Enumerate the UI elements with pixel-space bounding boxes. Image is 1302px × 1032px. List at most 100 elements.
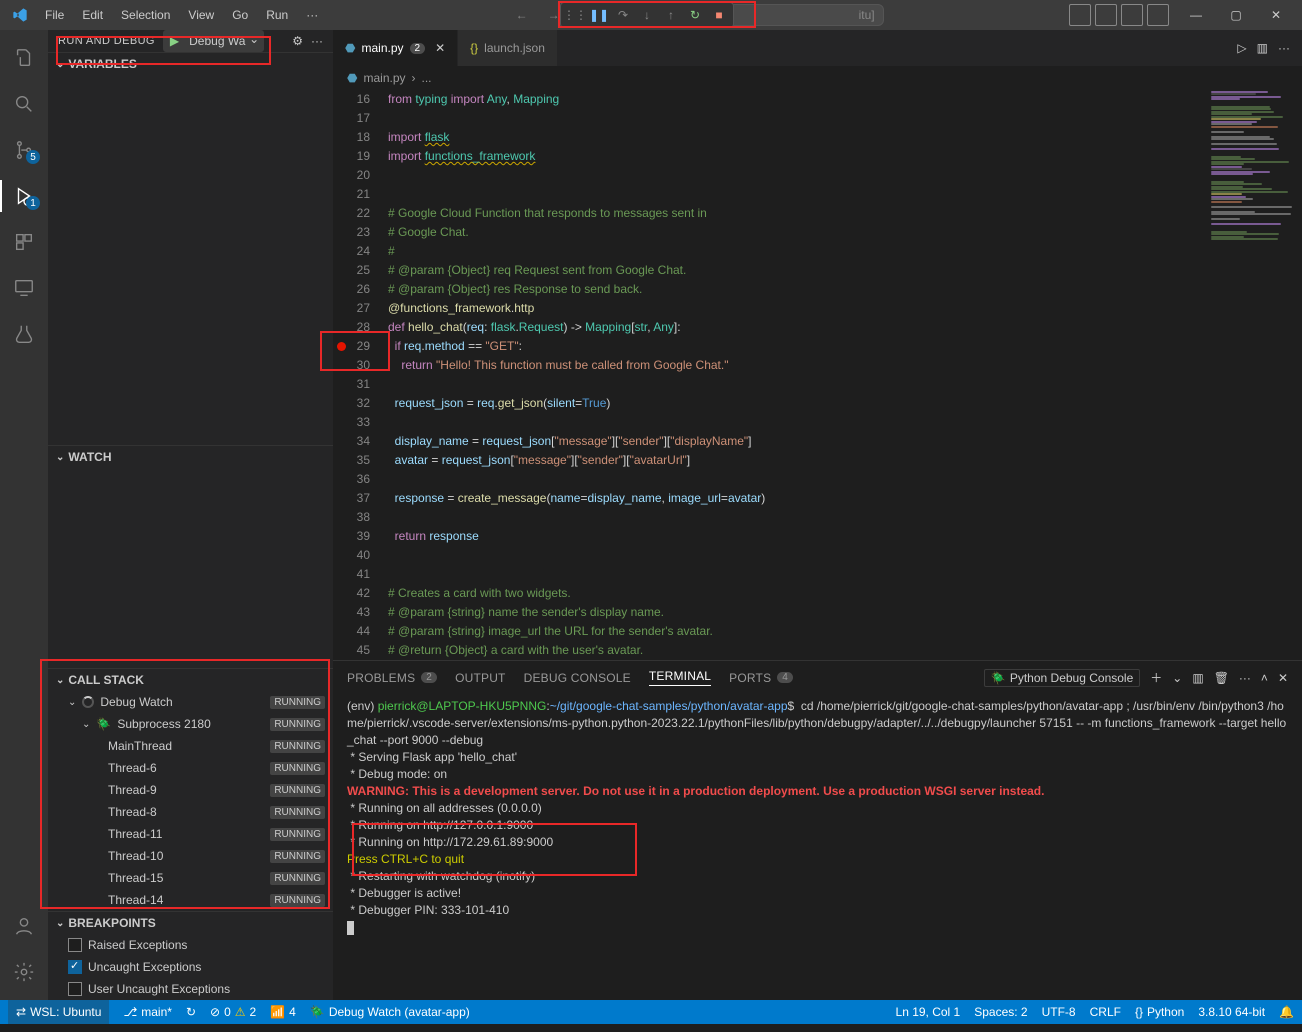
editor-more-icon[interactable]: ··· [1278,41,1290,55]
code-editor[interactable]: 1617181920212223242526272829303132333435… [333,90,1302,660]
sb-debug-name[interactable]: 🪲Debug Watch (avatar-app) [310,1005,470,1019]
debug-config-name[interactable]: Debug Wa [185,34,263,48]
ptab-problems[interactable]: PROBLEMS2 [347,671,437,685]
menu-more[interactable]: ··· [299,4,325,26]
debug-step-over-icon[interactable]: ↷ [613,5,633,25]
menu-edit[interactable]: Edit [75,4,110,26]
cs-thread[interactable]: Thread-14RUNNING [48,889,333,911]
debug-stop-icon[interactable]: ■ [709,5,729,25]
debug-drag-handle-icon[interactable]: ⋮⋮ [565,5,585,25]
cs-subprocess[interactable]: ⌄🪲Subprocess 2180 RUNNING [48,713,333,735]
layout-left-icon[interactable] [1069,4,1091,26]
ptab-output[interactable]: OUTPUT [455,671,506,685]
sb-lncol[interactable]: Ln 19, Col 1 [896,1005,961,1019]
ab-settings-icon[interactable] [0,952,48,992]
panel-maximize-icon[interactable]: ˄ [1261,671,1268,685]
ab-testing-icon[interactable] [0,314,48,354]
sb-sync[interactable]: ↻ [186,1005,196,1019]
bp-raised[interactable]: Raised Exceptions [48,934,333,956]
section-callstack-header[interactable]: ⌄CALL STACK [48,669,333,691]
bug-icon: 🪲 [991,671,1006,685]
window-maximize-icon[interactable]: ▢ [1218,2,1254,28]
sb-language[interactable]: {}Python [1135,1005,1184,1019]
terminal-dropdown-icon[interactable]: ⌄ [1172,671,1182,685]
sb-branch[interactable]: ⎇main* [123,1005,172,1019]
ab-accounts-icon[interactable] [0,906,48,946]
tab-main-py[interactable]: ⬣ main.py 2 ✕ [333,30,458,66]
debug-toolbar[interactable]: ⋮⋮ ❚❚ ↷ ↓ ↑ ↻ ■ [560,2,734,28]
panel-close-icon[interactable]: ✕ [1278,671,1288,685]
split-terminal-icon[interactable]: ▥ [1192,671,1203,685]
run-editor-icon[interactable]: ▷ [1237,41,1246,55]
window-minimize-icon[interactable]: — [1178,2,1214,28]
cs-thread[interactable]: Thread-8RUNNING [48,801,333,823]
debug-config-selector[interactable]: ▶ Debug Wa [163,30,264,52]
spinner-icon [82,696,94,708]
sb-spaces[interactable]: Spaces: 2 [974,1005,1027,1019]
debug-step-into-icon[interactable]: ↓ [637,5,657,25]
breadcrumb[interactable]: ⬣ main.py › ... [333,66,1302,90]
debug-pause-icon[interactable]: ❚❚ [589,5,609,25]
menu-run[interactable]: Run [259,4,295,26]
terminal-body[interactable]: (env) pierrick@LAPTOP-HKU5PNNG:~/git/goo… [333,694,1302,1000]
sb-remote[interactable]: ⇄WSL: Ubuntu [8,1000,109,1024]
layout-bottom-icon[interactable] [1095,4,1117,26]
menu-go[interactable]: Go [225,4,255,26]
debug-step-out-icon[interactable]: ↑ [661,5,681,25]
sb-notifications-icon[interactable]: 🔔 [1279,1005,1294,1019]
callstack-body: ⌄Debug Watch RUNNING ⌄🪲Subprocess 2180 R… [48,691,333,911]
sb-python-interp[interactable]: 3.8.10 64-bit [1198,1005,1265,1019]
split-editor-icon[interactable]: ▥ [1257,41,1268,55]
ab-search-icon[interactable] [0,84,48,124]
bp-user-uncaught[interactable]: User Uncaught Exceptions [48,978,333,1000]
start-debug-icon[interactable]: ▶ [164,34,185,48]
cs-thread[interactable]: Thread-9RUNNING [48,779,333,801]
sb-encoding[interactable]: UTF-8 [1042,1005,1076,1019]
checkbox[interactable] [68,938,82,952]
bp-uncaught[interactable]: Uncaught Exceptions [48,956,333,978]
panel-more-icon[interactable]: ··· [1239,671,1251,685]
ptab-terminal[interactable]: TERMINAL [649,669,711,686]
sb-ports[interactable]: 📶4 [270,1005,296,1019]
variables-body [48,75,333,445]
kill-terminal-icon[interactable]: 🗑 [1214,671,1229,685]
ptab-debug-console[interactable]: DEBUG CONSOLE [524,671,631,685]
cs-root[interactable]: ⌄Debug Watch RUNNING [48,691,333,713]
ptab-ports[interactable]: PORTS4 [729,671,793,685]
section-breakpoints-header[interactable]: ⌄BREAKPOINTS [48,912,333,934]
nav-back-icon[interactable]: ← [510,6,534,24]
menu-file[interactable]: File [38,4,71,26]
minimap[interactable] [1207,90,1302,660]
status-bar: ⇄WSL: Ubuntu ⎇main* ↻ ⊘0⚠2 📶4 🪲Debug Wat… [0,1000,1302,1024]
tab-launch-json[interactable]: {} launch.json [458,30,558,66]
menu-selection[interactable]: Selection [114,4,177,26]
layout-custom-icon[interactable] [1147,4,1169,26]
section-variables-header[interactable]: ⌄VARIABLES [48,53,333,75]
cs-thread[interactable]: Thread-10RUNNING [48,845,333,867]
window-close-icon[interactable]: ✕ [1258,2,1294,28]
debug-sidebar: RUN AND DEBUG ▶ Debug Wa ⚙ ··· ⌄VARIABLE… [48,30,333,1000]
layout-right-icon[interactable] [1121,4,1143,26]
ab-source-control-icon[interactable]: 5 [0,130,48,170]
ab-remote-explorer-icon[interactable] [0,268,48,308]
checkbox[interactable] [68,982,82,996]
cs-thread[interactable]: Thread-6RUNNING [48,757,333,779]
new-terminal-icon[interactable]: ＋ [1150,669,1162,686]
terminal-selector[interactable]: 🪲Python Debug Console [984,669,1140,687]
close-tab-icon[interactable]: ✕ [435,41,445,55]
menu-view[interactable]: View [181,4,221,26]
sb-eol[interactable]: CRLF [1090,1005,1121,1019]
section-watch-header[interactable]: ⌄WATCH [48,446,333,468]
ab-extensions-icon[interactable] [0,222,48,262]
cs-thread[interactable]: Thread-15RUNNING [48,867,333,889]
ab-run-debug-icon[interactable]: 1 [0,176,48,216]
debug-restart-icon[interactable]: ↻ [685,5,705,25]
debug-settings-icon[interactable]: ⚙ [292,34,303,48]
sb-problems[interactable]: ⊘0⚠2 [210,1005,256,1019]
ab-explorer-icon[interactable] [0,38,48,78]
cs-thread[interactable]: Thread-11RUNNING [48,823,333,845]
checkbox[interactable] [68,960,82,974]
cs-thread[interactable]: MainThreadRUNNING [48,735,333,757]
debug-badge: 1 [26,196,40,210]
sidebar-more-icon[interactable]: ··· [311,34,323,48]
